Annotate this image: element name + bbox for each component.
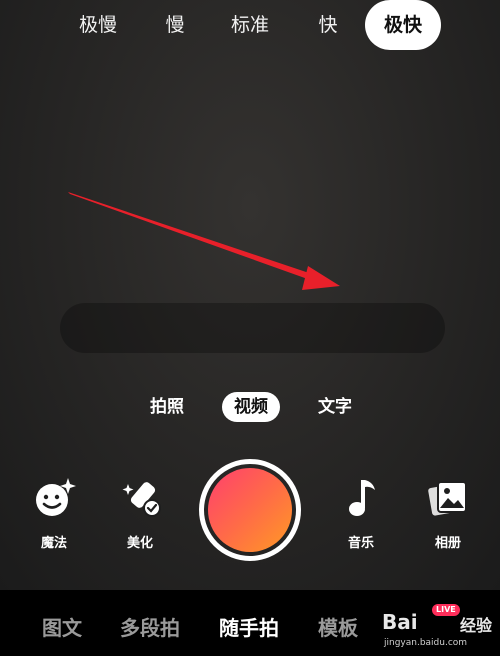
- beauty-button[interactable]: 美化: [110, 476, 170, 551]
- speed-very-slow[interactable]: 极慢: [68, 0, 128, 50]
- speed-selector: [60, 303, 445, 353]
- speed-fast[interactable]: 快: [303, 0, 353, 50]
- magic-button[interactable]: 魔法: [24, 476, 84, 551]
- music-label: 音乐: [347, 536, 374, 551]
- record-button[interactable]: [199, 459, 301, 561]
- magic-face-icon: [36, 478, 76, 516]
- tab-text[interactable]: 文字: [308, 392, 362, 422]
- nav-item-multi-segment[interactable]: 多段拍: [120, 612, 180, 641]
- album-button[interactable]: 相册: [418, 476, 478, 551]
- tab-video[interactable]: 视频: [222, 392, 280, 422]
- tab-photo[interactable]: 拍照: [140, 392, 194, 422]
- watermark-jingyan: 经验: [460, 616, 493, 635]
- music-note-icon: [349, 480, 375, 516]
- watermark-brand: Bai: [382, 610, 418, 634]
- nav-item-template[interactable]: 模板: [318, 612, 358, 641]
- speed-slow[interactable]: 慢: [150, 0, 200, 50]
- speed-standard[interactable]: 标准: [220, 0, 280, 50]
- magic-label: 魔法: [40, 536, 67, 551]
- beauty-wand-icon: [122, 482, 161, 517]
- live-badge: LIVE: [432, 604, 460, 616]
- baidu-watermark: Bai LIVE 经验 jingyan.baidu.com: [380, 600, 498, 656]
- nav-item-quick-shoot[interactable]: 随手拍: [219, 612, 279, 641]
- speed-very-fast[interactable]: 极快: [365, 0, 441, 50]
- beauty-label: 美化: [126, 536, 153, 551]
- nav-item-image-text[interactable]: 图文: [42, 612, 82, 641]
- record-button-fill: [208, 468, 292, 552]
- music-button[interactable]: 音乐: [331, 476, 391, 551]
- watermark-url: jingyan.baidu.com: [384, 638, 468, 648]
- album-photo-icon: [428, 481, 467, 516]
- album-label: 相册: [434, 536, 461, 551]
